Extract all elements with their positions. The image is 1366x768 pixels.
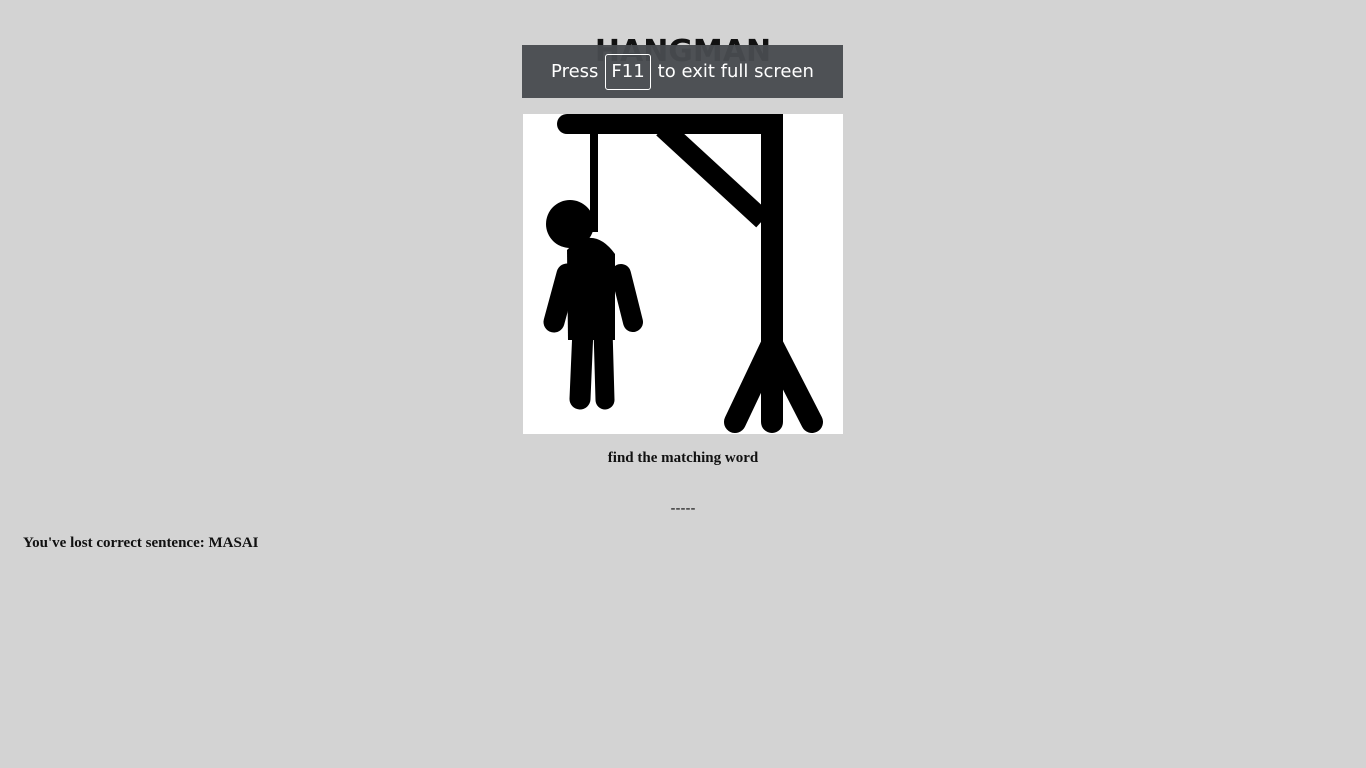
hangman-right-arm <box>611 264 643 332</box>
f11-key: F11 <box>605 53 651 90</box>
hangman-right-leg <box>593 319 615 410</box>
gallows-brace <box>656 120 770 228</box>
hint-text: find the matching word <box>607 450 759 466</box>
hangman-drawing <box>523 114 843 434</box>
gallows-post <box>761 114 783 344</box>
fullscreen-notice-suffix: to exit full screen <box>657 61 814 82</box>
fullscreen-notice-prefix: Press <box>551 61 599 82</box>
result-message: You've lost correct sentence: MASAI <box>23 535 259 551</box>
hangman-left-arm <box>543 263 578 333</box>
masked-word: ----- <box>670 500 696 517</box>
hangman-left-leg <box>569 318 594 410</box>
fullscreen-notice: Press F11 to exit full screen <box>522 45 843 98</box>
hangman-canvas <box>543 114 823 433</box>
